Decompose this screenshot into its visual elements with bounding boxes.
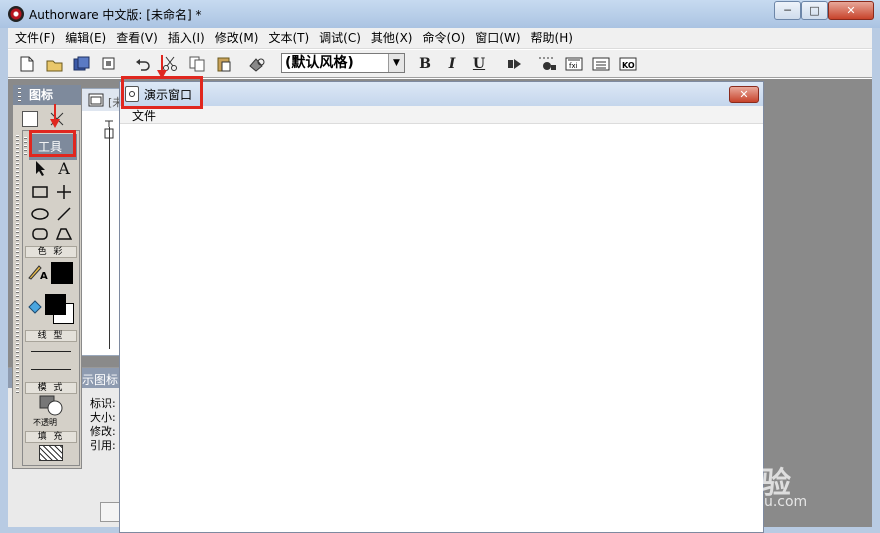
flowline xyxy=(109,127,110,349)
svg-text:A: A xyxy=(40,271,48,280)
ellipse-tool-icon[interactable] xyxy=(29,204,51,224)
svg-text:KO: KO xyxy=(622,61,635,70)
color-section-header: 色 彩 xyxy=(25,246,77,258)
import-icon[interactable] xyxy=(98,54,120,74)
new-file-icon[interactable] xyxy=(16,54,38,74)
text-tool-icon[interactable]: A xyxy=(53,158,75,178)
menu-view[interactable]: 查看(V) xyxy=(111,28,163,48)
window-frame-right xyxy=(872,0,880,533)
menu-insert[interactable]: 插入(I) xyxy=(163,28,210,48)
menu-help[interactable]: 帮助(H) xyxy=(526,28,578,48)
arrow-to-tools-icon xyxy=(50,119,60,128)
presentation-window-close-button[interactable]: ✕ xyxy=(729,86,759,103)
fill-foreground-swatch[interactable] xyxy=(45,294,66,315)
properties-title: 示图标 xyxy=(82,373,119,387)
svg-text:fxi: fxi xyxy=(569,62,578,70)
menu-debug[interactable]: 调试(C) xyxy=(314,28,366,48)
minimize-button[interactable]: ─ xyxy=(774,1,801,20)
line-style-thin[interactable] xyxy=(31,351,71,352)
menu-window[interactable]: 窗口(W) xyxy=(470,28,525,48)
fill-pattern-swatch[interactable] xyxy=(39,445,63,461)
prop-label-reference: 引用: xyxy=(90,439,116,452)
icon-palette-side-grip xyxy=(16,135,19,395)
menu-other[interactable]: 其他(X) xyxy=(366,28,418,48)
font-style-select[interactable]: (默认风格) ▼ xyxy=(281,53,405,73)
italic-button[interactable]: I xyxy=(441,54,463,74)
mode-section-header: 模 式 xyxy=(25,382,77,394)
save-all-icon[interactable] xyxy=(71,54,93,74)
tools-grip[interactable] xyxy=(24,137,27,157)
menu-file[interactable]: 文件(F) xyxy=(10,28,60,48)
fill-color-icon[interactable] xyxy=(26,298,44,319)
watermark-url: jingyan.baidu.com xyxy=(678,494,808,510)
authorware-app-icon[interactable] xyxy=(8,6,24,22)
flowline-start-icon xyxy=(104,120,114,139)
line-tool-icon[interactable] xyxy=(53,182,75,202)
presentation-menu-file[interactable]: 文件 xyxy=(132,107,156,124)
variables-window-icon[interactable] xyxy=(590,54,612,74)
maximize-button[interactable]: □ xyxy=(801,1,828,20)
tools-highlight-box xyxy=(29,130,76,157)
tools-panel: 工具 A 色 彩 A 线 型 模 式 不透明 填 充 xyxy=(22,130,80,466)
menu-command[interactable]: 命令(O) xyxy=(417,28,470,48)
close-button[interactable]: ✕ xyxy=(828,1,874,20)
undo-icon[interactable] xyxy=(132,54,154,74)
line-color-icon[interactable]: A xyxy=(27,264,49,283)
rounded-rectangle-tool-icon[interactable] xyxy=(29,224,51,244)
functions-window-icon[interactable]: fxi xyxy=(563,54,585,74)
window-title: Authorware 中文版: [未命名] * xyxy=(29,8,202,22)
presentation-window[interactable]: 演示窗口 ✕ 文件 xyxy=(119,81,764,533)
presentation-window-menubar: 文件 xyxy=(120,106,763,124)
toolbar: (默认风格) ▼ B I U fxi KO xyxy=(8,50,872,78)
copy-icon[interactable] xyxy=(186,54,208,74)
design-window-icon xyxy=(88,93,104,107)
menu-text[interactable]: 文本(T) xyxy=(263,28,314,48)
line-section-header: 线 型 xyxy=(25,330,77,342)
icon-palette-title: 图标 xyxy=(13,85,81,105)
title-bar: Authorware 中文版: [未命名] * ─ □ ✕ xyxy=(0,0,880,28)
baidu-jingyan-watermark: Bai 经验 jingyan.baidu.com xyxy=(676,458,876,516)
line-style-medium[interactable] xyxy=(31,369,71,370)
polygon-tool-icon[interactable] xyxy=(53,224,75,244)
display-icon[interactable] xyxy=(22,111,38,127)
underline-button[interactable]: U xyxy=(468,54,490,74)
bold-button[interactable]: B xyxy=(414,54,436,74)
fill-section-header: 填 充 xyxy=(25,431,77,443)
menu-bar: 文件(F) 编辑(E) 查看(V) 插入(I) 修改(M) 文本(T) 调试(C… xyxy=(8,28,872,49)
foreground-color-swatch[interactable] xyxy=(51,262,73,284)
icon-palette-grip[interactable] xyxy=(18,88,21,102)
run-icon[interactable] xyxy=(504,54,526,74)
rectangle-tool-icon[interactable] xyxy=(29,182,51,202)
chevron-down-icon[interactable]: ▼ xyxy=(388,54,404,72)
arrow-to-presentation-icon xyxy=(157,70,167,79)
window-frame-left xyxy=(0,0,8,533)
presentation-title-highlight-box xyxy=(121,76,203,109)
font-style-value: (默认风格) xyxy=(285,55,354,71)
presentation-window-title-bar: 演示窗口 ✕ xyxy=(120,82,763,106)
properties-button[interactable] xyxy=(100,502,120,522)
pointer-tool-icon[interactable] xyxy=(29,158,51,178)
menu-modify[interactable]: 修改(M) xyxy=(210,28,264,48)
presentation-canvas[interactable] xyxy=(120,124,763,532)
open-file-icon[interactable] xyxy=(44,54,66,74)
paste-icon[interactable] xyxy=(213,54,235,74)
diagonal-line-tool-icon[interactable] xyxy=(53,204,75,224)
menu-edit[interactable]: 编辑(E) xyxy=(60,28,111,48)
mode-value: 不透明 xyxy=(33,418,57,427)
control-panel-icon[interactable] xyxy=(536,54,558,74)
knowledge-objects-icon[interactable]: KO xyxy=(617,54,639,74)
find-icon[interactable] xyxy=(246,54,268,74)
